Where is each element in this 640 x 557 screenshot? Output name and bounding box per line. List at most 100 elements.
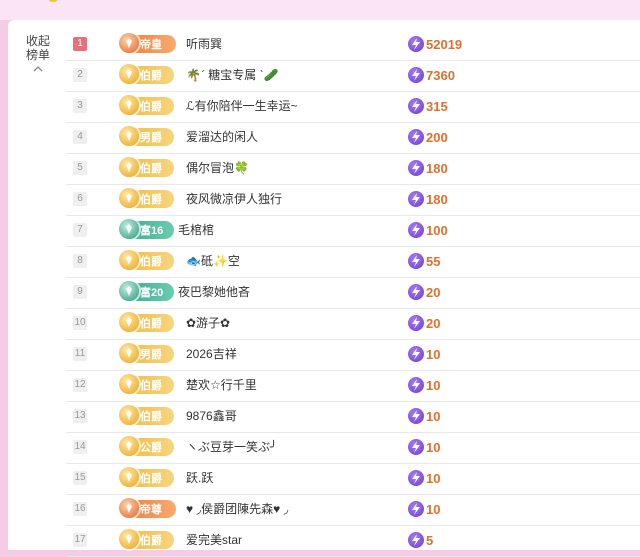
badge-label: 帝尊 bbox=[140, 504, 162, 516]
lightning-icon bbox=[408, 191, 424, 207]
medal-icon bbox=[119, 95, 139, 115]
username[interactable]: 夜巴黎她他吝 bbox=[178, 278, 250, 307]
level-badge: 伯爵 bbox=[119, 157, 174, 177]
decoration-icon bbox=[48, 0, 58, 2]
medal-icon bbox=[119, 250, 139, 270]
score: 5 bbox=[408, 532, 433, 548]
username[interactable]: ヽぶ豆芽一笑ぶ╯ bbox=[186, 433, 277, 462]
level-badge: 帝尊 bbox=[119, 498, 176, 518]
medal-icon bbox=[119, 374, 139, 394]
rank-number: 16 bbox=[73, 502, 87, 516]
leaderboard-panel: 收起 榜单 1 帝皇 听雨巽 52019 2 伯爵 🌴ˊ 糖宝专属 ˋ🥒 736… bbox=[8, 20, 640, 557]
username[interactable]: 听雨巽 bbox=[186, 30, 222, 59]
leaderboard-row[interactable]: 1 帝皇 听雨巽 52019 bbox=[66, 30, 640, 61]
collapse-leaderboard-button[interactable]: 收起 榜单 bbox=[20, 34, 56, 74]
level-badge: 男爵 bbox=[119, 126, 174, 146]
lightning-icon bbox=[408, 129, 424, 145]
score-value: 10 bbox=[426, 470, 441, 486]
username[interactable]: 🌴ˊ 糖宝专属 ˋ🥒 bbox=[186, 61, 279, 90]
score-value: 100 bbox=[426, 222, 448, 238]
username[interactable]: ♥ ◞侯爵团陳先森♥ ◞ bbox=[186, 495, 288, 524]
level-badge: 伯爵 bbox=[119, 250, 174, 270]
score-value: 10 bbox=[426, 439, 441, 455]
lightning-icon bbox=[408, 253, 424, 269]
rank-number: 11 bbox=[73, 347, 87, 361]
leaderboard-row[interactable]: 16 帝尊 ♥ ◞侯爵团陳先森♥ ◞ 10 bbox=[66, 495, 640, 526]
leaderboard-row[interactable]: 4 男爵 爱溜达的闲人 200 bbox=[66, 123, 640, 154]
lightning-icon bbox=[408, 36, 424, 52]
medal-icon bbox=[119, 343, 139, 363]
leaderboard-row[interactable]: 5 伯爵 偶尔冒泡🍀 180 bbox=[66, 154, 640, 185]
leaderboard-row[interactable]: 13 伯爵 9876鑫哥 10 bbox=[66, 402, 640, 433]
score-value: 20 bbox=[426, 284, 441, 300]
medal-icon bbox=[119, 529, 139, 549]
score-value: 55 bbox=[426, 253, 441, 269]
rank-number: 15 bbox=[73, 471, 87, 485]
leaderboard-row[interactable]: 8 伯爵 🐟砥✨空 55 bbox=[66, 247, 640, 278]
medal-icon bbox=[119, 467, 139, 487]
username[interactable]: 9876鑫哥 bbox=[186, 402, 237, 431]
score: 180 bbox=[408, 191, 448, 207]
username[interactable]: ℒ有你陪伴一生幸运~ bbox=[186, 92, 298, 121]
score-value: 5 bbox=[426, 532, 434, 548]
medal-icon bbox=[119, 126, 139, 146]
medal-icon bbox=[119, 281, 139, 301]
leaderboard-row[interactable]: 17 伯爵 爱完美star 5 bbox=[66, 526, 640, 557]
score: 20 bbox=[408, 315, 440, 331]
leaderboard-row[interactable]: 14 公爵 ヽぶ豆芽一笑ぶ╯ 10 bbox=[66, 433, 640, 464]
medal-icon bbox=[119, 64, 139, 84]
badge-label: 伯爵 bbox=[140, 101, 162, 113]
level-badge: 男爵 bbox=[119, 343, 174, 363]
lightning-icon bbox=[408, 532, 424, 548]
leaderboard-row[interactable]: 6 伯爵 夜风微凉伊人独行 180 bbox=[66, 185, 640, 216]
score: 10 bbox=[408, 501, 440, 517]
leaderboard-row[interactable]: 3 伯爵 ℒ有你陪伴一生幸运~ 315 bbox=[66, 92, 640, 123]
badge-label: 伯爵 bbox=[140, 256, 162, 268]
rank-number: 13 bbox=[73, 409, 87, 423]
leaderboard-row[interactable]: 12 伯爵 楚欢☆行千里 10 bbox=[66, 371, 640, 402]
username[interactable]: 楚欢☆行千里 bbox=[186, 371, 257, 400]
username[interactable]: 爱溜达的闲人 bbox=[186, 123, 258, 152]
leaderboard-row[interactable]: 9 富20 夜巴黎她他吝 20 bbox=[66, 278, 640, 309]
level-badge: 帝皇 bbox=[119, 33, 176, 53]
rank-number: 4 bbox=[73, 130, 87, 144]
leaderboard-row[interactable]: 7 富16 毛棺棺 100 bbox=[66, 216, 640, 247]
medal-icon bbox=[119, 219, 139, 239]
username[interactable]: 爱完美star bbox=[186, 526, 242, 555]
username[interactable]: 2026吉祥 bbox=[186, 340, 237, 369]
rank-number: 8 bbox=[73, 254, 87, 268]
lightning-icon bbox=[408, 67, 424, 83]
lightning-icon bbox=[408, 160, 424, 176]
medal-icon bbox=[119, 312, 139, 332]
score-value: 10 bbox=[426, 377, 441, 393]
username[interactable]: 🐟砥✨空 bbox=[186, 247, 240, 276]
level-badge: 富16 bbox=[119, 219, 174, 239]
username[interactable]: 跃.跃 bbox=[186, 464, 213, 493]
level-badge: 伯爵 bbox=[119, 95, 174, 115]
score: 200 bbox=[408, 129, 448, 145]
badge-label: 富16 bbox=[140, 225, 164, 237]
badge-label: 公爵 bbox=[140, 442, 162, 454]
lightning-icon bbox=[408, 439, 424, 455]
level-badge: 伯爵 bbox=[119, 467, 174, 487]
rank-number: 6 bbox=[73, 192, 87, 206]
username[interactable]: 夜风微凉伊人独行 bbox=[186, 185, 282, 214]
username[interactable]: ✿游子✿ bbox=[186, 309, 230, 338]
score: 180 bbox=[408, 160, 448, 176]
leaderboard-list: 1 帝皇 听雨巽 52019 2 伯爵 🌴ˊ 糖宝专属 ˋ🥒 7360 3 伯爵… bbox=[66, 30, 640, 557]
leaderboard-row[interactable]: 11 男爵 2026吉祥 10 bbox=[66, 340, 640, 371]
score: 10 bbox=[408, 408, 440, 424]
leaderboard-row[interactable]: 15 伯爵 跃.跃 10 bbox=[66, 464, 640, 495]
rank-number: 17 bbox=[73, 533, 87, 547]
username[interactable]: 偶尔冒泡🍀 bbox=[186, 154, 249, 183]
username[interactable]: 毛棺棺 bbox=[178, 216, 214, 245]
level-badge: 公爵 bbox=[119, 436, 174, 456]
leaderboard-row[interactable]: 10 伯爵 ✿游子✿ 20 bbox=[66, 309, 640, 340]
rank-number: 12 bbox=[73, 378, 87, 392]
level-badge: 伯爵 bbox=[119, 188, 174, 208]
rank-number: 2 bbox=[73, 68, 87, 82]
leaderboard-row[interactable]: 2 伯爵 🌴ˊ 糖宝专属 ˋ🥒 7360 bbox=[66, 61, 640, 92]
collapse-label-line1: 收起 bbox=[25, 34, 50, 48]
level-badge: 伯爵 bbox=[119, 312, 174, 332]
rank-number: 5 bbox=[73, 161, 87, 175]
